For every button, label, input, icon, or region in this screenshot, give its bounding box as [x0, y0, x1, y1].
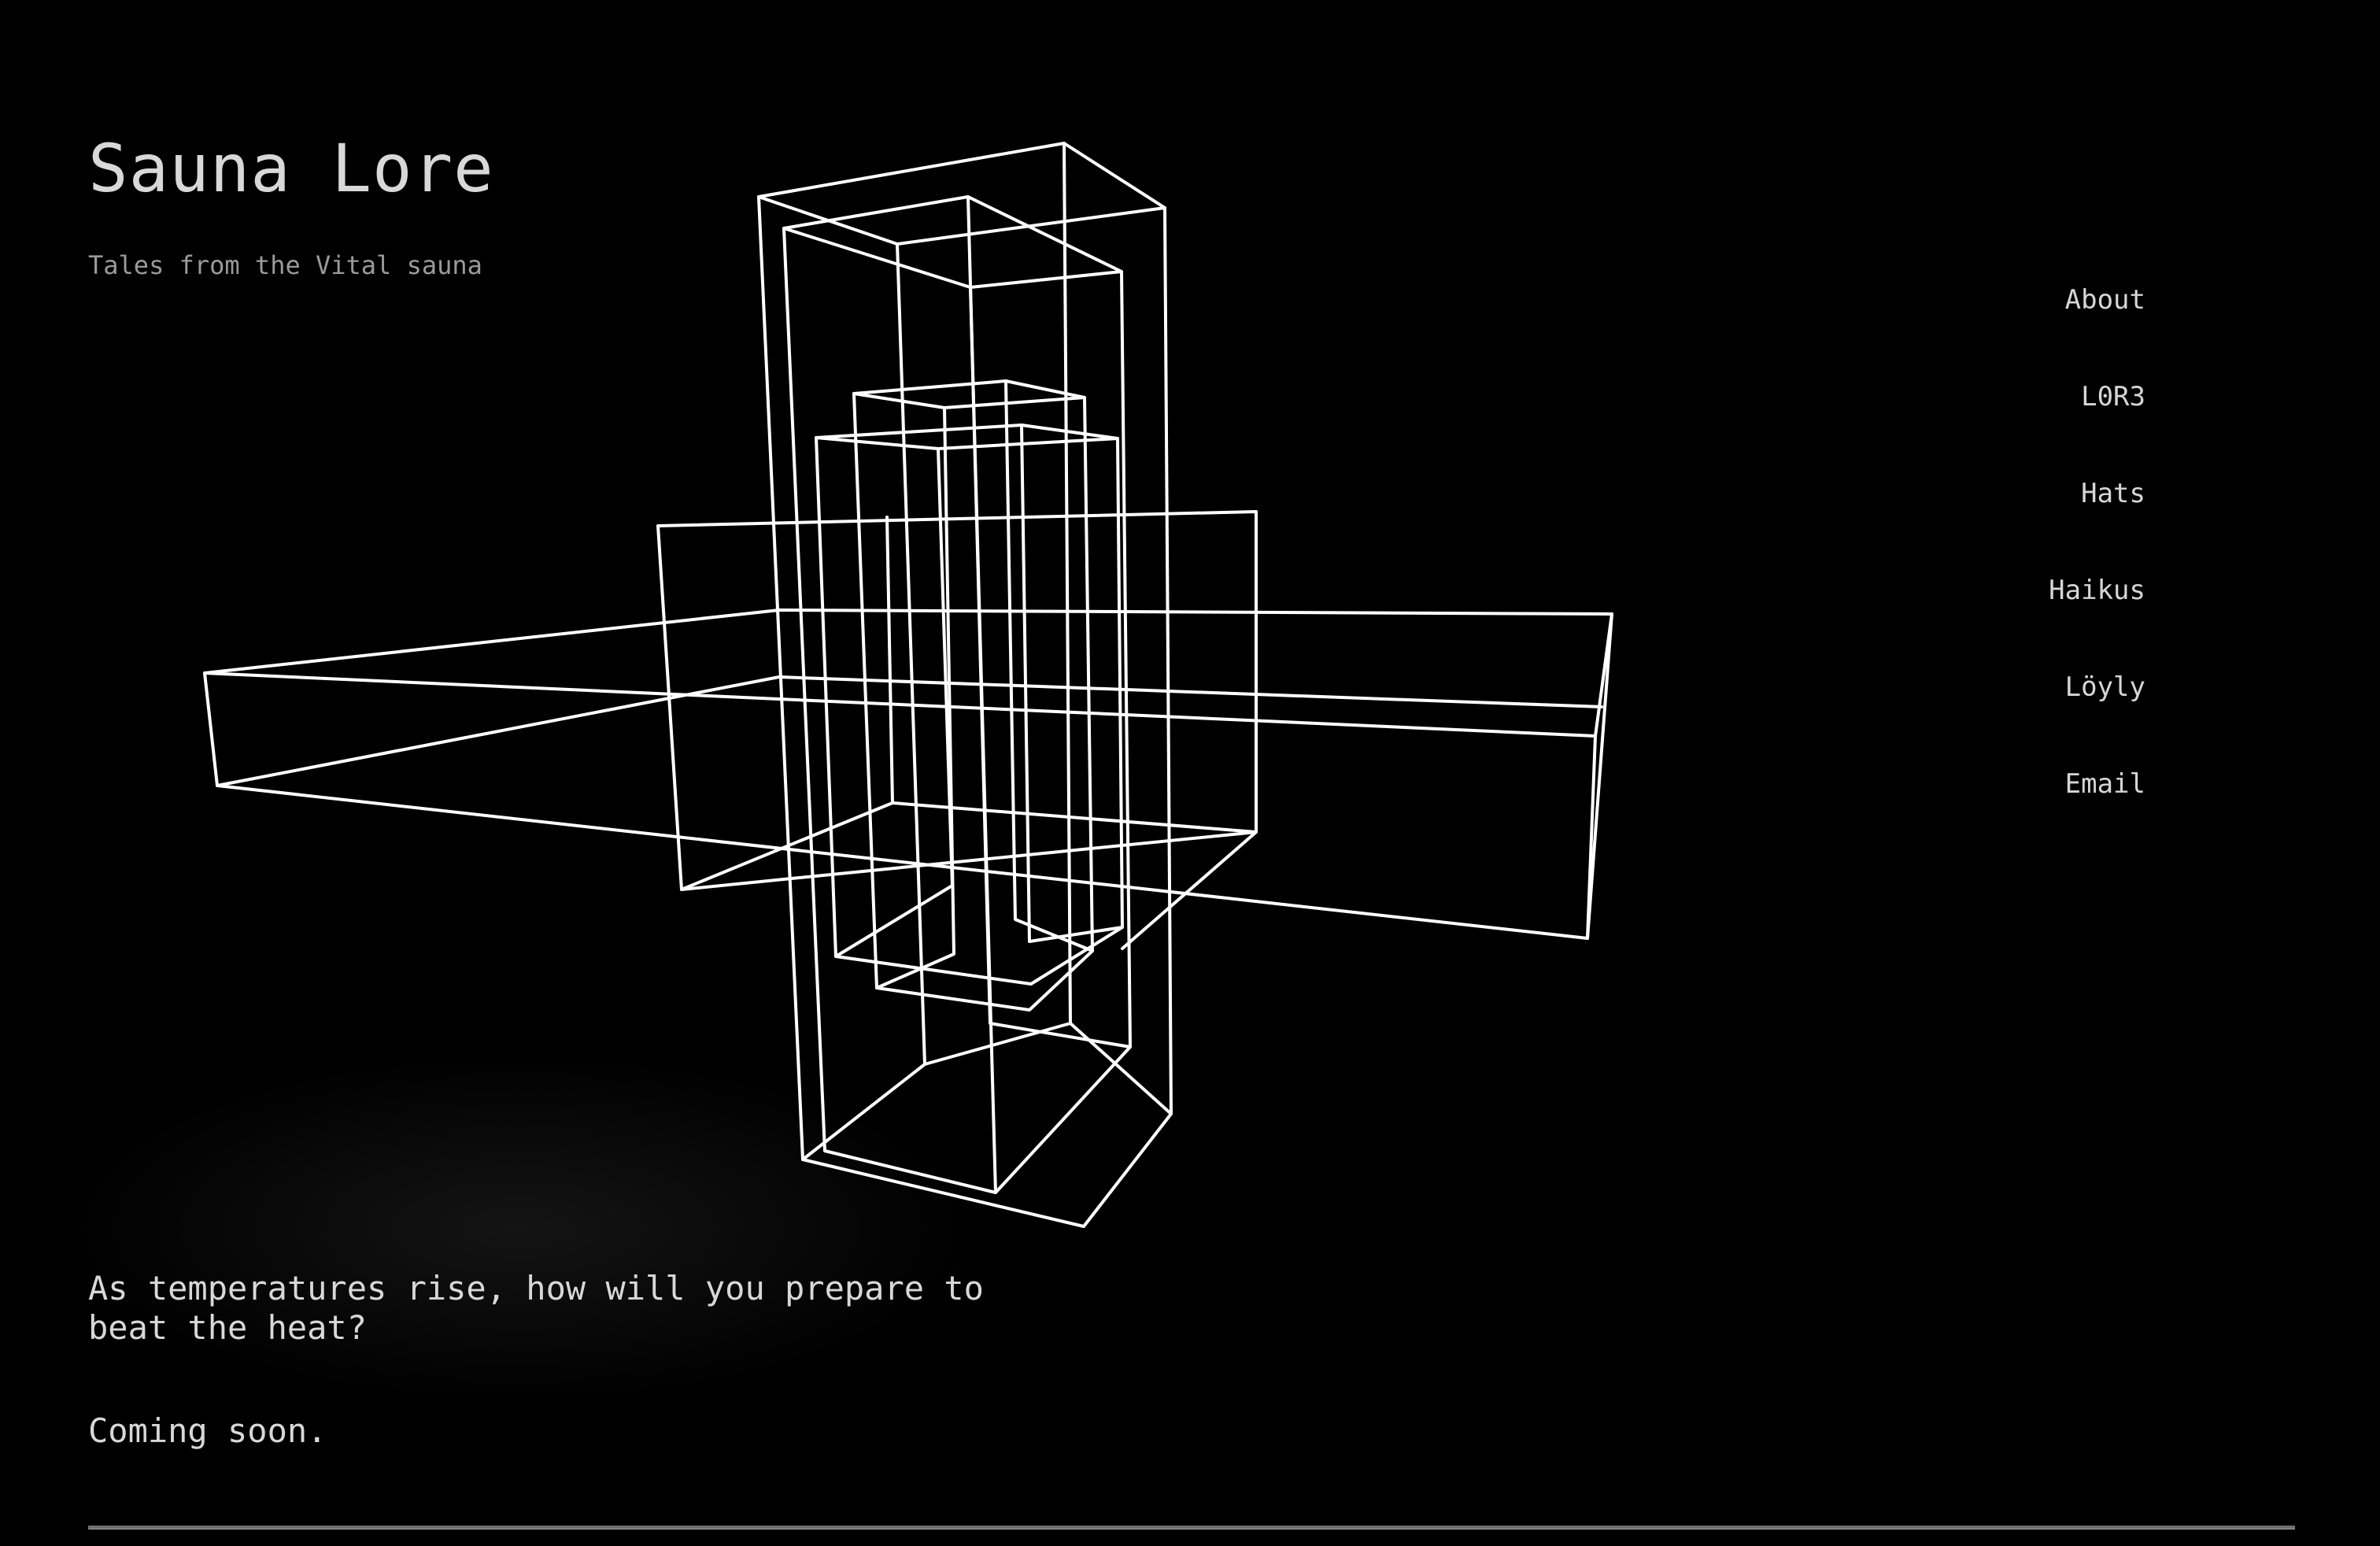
nav-item-hats[interactable]: Hats — [2081, 477, 2145, 574]
nav-item-about[interactable]: About — [2065, 283, 2145, 380]
nav-item-haikus[interactable]: Haikus — [2049, 574, 2145, 671]
horizontal-slab — [203, 608, 1613, 940]
nav-item-email[interactable]: Email — [2065, 767, 2145, 864]
nav-item-loyly[interactable]: Löyly — [2065, 671, 2145, 767]
lead-text: As temperatures rise, how will you prepa… — [88, 1269, 984, 1347]
site-title[interactable]: Sauna Lore — [88, 135, 494, 202]
tall-inner-box — [782, 195, 1132, 1194]
footer-divider — [88, 1526, 2295, 1529]
small-inner-box-2 — [815, 423, 1124, 986]
site-tagline: Tales from the Vital sauna — [88, 250, 482, 280]
nav-item-lore[interactable]: L0R3 — [2081, 380, 2145, 477]
coming-soon-text: Coming soon. — [88, 1411, 327, 1450]
main-nav: About L0R3 Hats Haikus Löyly Email — [2049, 283, 2145, 864]
